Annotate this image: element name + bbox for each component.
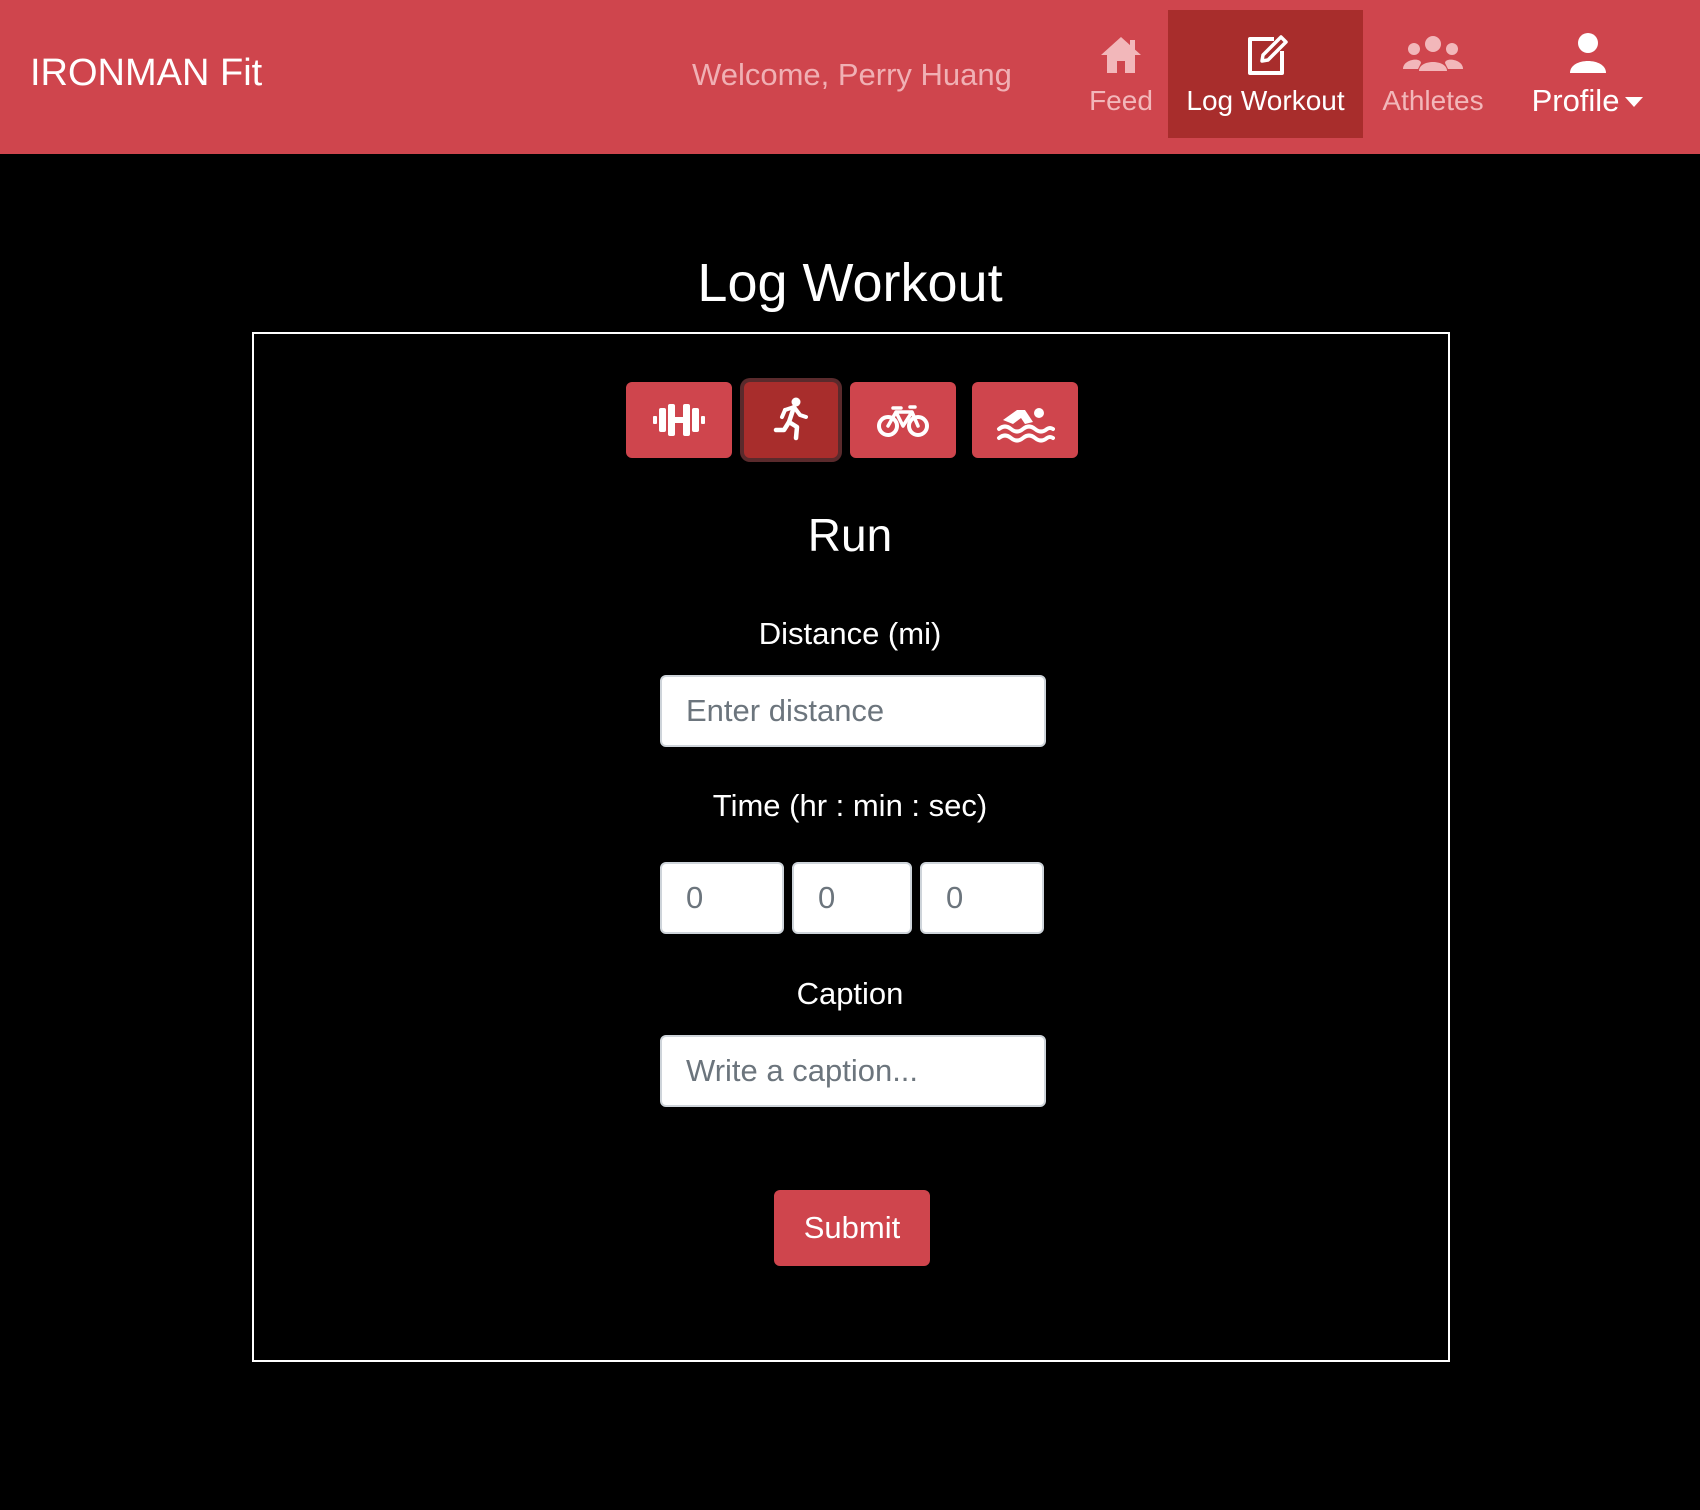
brand-logo[interactable]: IRONMAN Fit — [30, 52, 262, 95]
workout-type-run-button[interactable] — [744, 382, 838, 458]
profile-label-row: Profile — [1532, 83, 1644, 119]
nav-item-label: Feed — [1089, 85, 1153, 116]
caption-input[interactable] — [660, 1035, 1046, 1107]
nav-item-label: Athletes — [1382, 85, 1484, 116]
time-label: Time (hr : min : sec) — [712, 788, 988, 823]
swimmer-icon — [997, 408, 1055, 443]
workout-type-weights-button[interactable] — [626, 382, 732, 458]
welcome-text: Welcome, Perry Huang — [692, 57, 1012, 92]
edit-icon — [1247, 35, 1288, 75]
nav-item-feed[interactable]: Feed — [1080, 10, 1162, 138]
dumbbell-icon — [653, 404, 705, 436]
nav-item-log-workout[interactable]: Log Workout — [1168, 10, 1363, 138]
time-hours-input[interactable] — [660, 862, 784, 934]
user-icon — [1569, 33, 1606, 73]
chevron-down-icon — [1625, 97, 1644, 107]
distance-label: Distance (mi) — [758, 616, 942, 651]
nav-item-profile[interactable]: Profile — [1520, 10, 1655, 138]
bicycle-icon — [877, 405, 929, 437]
house-icon — [1101, 37, 1141, 73]
workout-type-bike-button[interactable] — [850, 382, 956, 458]
users-icon — [1403, 36, 1463, 71]
distance-input[interactable] — [660, 675, 1046, 747]
time-seconds-input[interactable] — [920, 862, 1044, 934]
nav-item-label: Log Workout — [1186, 85, 1345, 116]
workout-type-heading: Run — [807, 509, 893, 561]
nav-item-label: Profile — [1531, 83, 1620, 118]
caption-label: Caption — [796, 976, 904, 1011]
nav-item-athletes[interactable]: Athletes — [1368, 10, 1498, 138]
time-minutes-input[interactable] — [792, 862, 912, 934]
navbar: IRONMAN Fit Welcome, Perry Huang Feed Lo… — [0, 0, 1700, 154]
submit-button[interactable]: Submit — [774, 1190, 930, 1266]
page-title: Log Workout — [697, 253, 1003, 313]
running-icon — [773, 397, 808, 441]
workout-type-swim-button[interactable] — [972, 382, 1078, 458]
